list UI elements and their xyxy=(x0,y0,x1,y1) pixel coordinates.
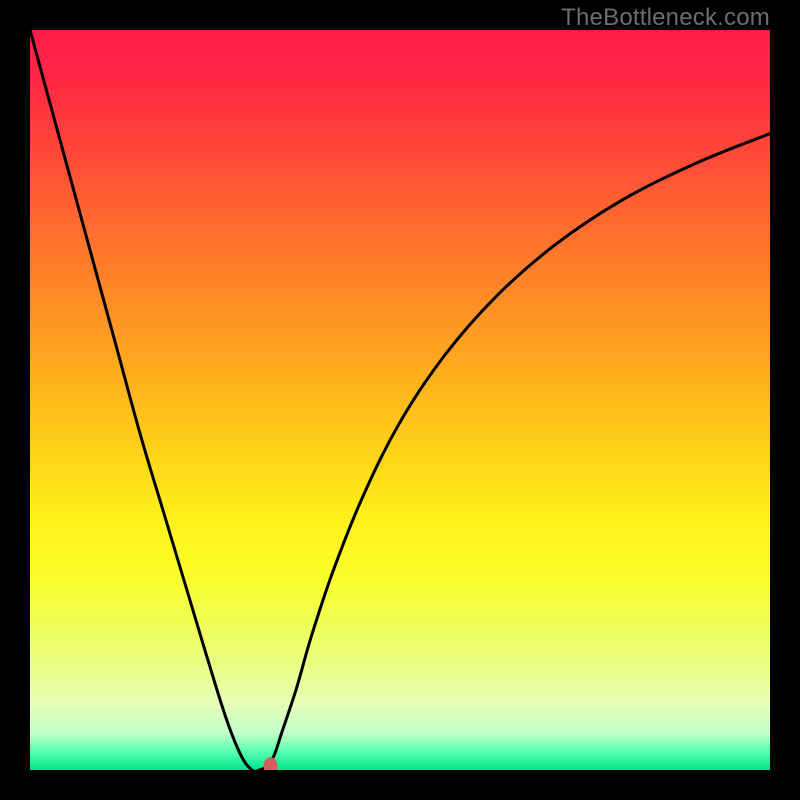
chart-frame xyxy=(30,30,770,770)
watermark-text: TheBottleneck.com xyxy=(561,4,770,32)
bottleneck-chart xyxy=(30,30,770,770)
chart-background xyxy=(30,30,770,770)
